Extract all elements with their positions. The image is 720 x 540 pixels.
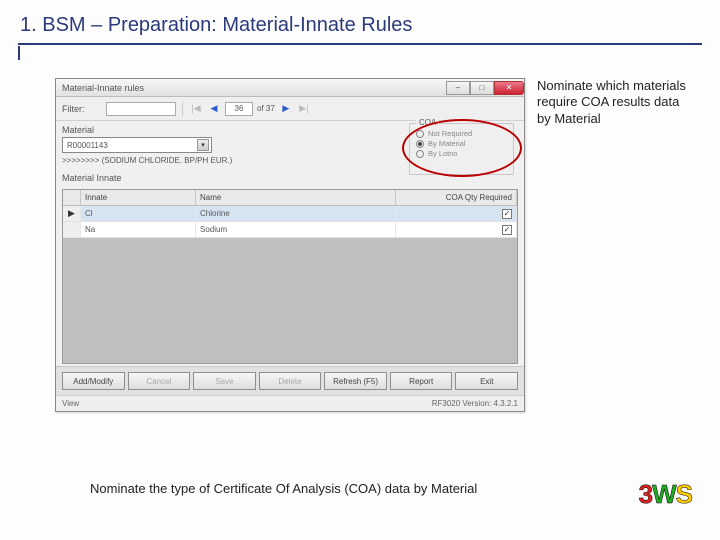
table-row[interactable]: ▶ Cl Chlorine ✓ [63,206,517,222]
col-name[interactable]: Name [196,190,396,205]
body-panel: Material R00001143 ▾ >>>>>>>> (SODIUM CH… [56,121,524,366]
coa-group: COA Not Required By Material By Lotno [409,123,514,175]
delete-button[interactable]: Delete [259,372,322,390]
row-selector-header [63,190,81,205]
logo-3: 3 [639,479,652,509]
exit-button[interactable]: Exit [455,372,518,390]
radio-icon [416,150,424,158]
col-innate[interactable]: Innate [81,190,196,205]
cancel-button[interactable]: Cancel [128,372,191,390]
record-position[interactable]: 36 [225,102,253,116]
row-selector: ▶ [63,206,81,221]
refresh-button[interactable]: Refresh (F5) [324,372,387,390]
minimize-button[interactable]: – [446,81,470,95]
report-button[interactable]: Report [390,372,453,390]
cell-name: Chlorine [196,206,396,221]
logo-w: W [652,479,676,509]
title-rule [18,43,702,45]
grid: Innate Name COA Qty Required ▶ Cl Chlori… [62,189,518,364]
coa-option-by-lotno[interactable]: By Lotno [416,149,507,158]
radio-label: By Lotno [428,149,458,158]
slide-title: 1. BSM – Preparation: Material-Innate Ru… [0,0,720,43]
cell-innate: Cl [81,206,196,221]
checkbox-icon[interactable]: ✓ [502,225,512,235]
grid-empty-area [63,238,517,363]
radio-label: Not Required [428,129,472,138]
nav-prev-icon[interactable]: ◀ [207,102,221,116]
checkbox-icon[interactable]: ✓ [502,209,512,219]
button-bar: Add/Modify Cancel Save Delete Refresh (F… [56,366,524,395]
status-left: View [62,399,79,408]
maximize-button[interactable]: □ [470,81,494,95]
separator [182,101,183,117]
nav-last-icon[interactable]: ▶| [297,102,311,116]
record-of-label: of 37 [257,104,275,113]
cell-coa-qty: ✓ [396,206,517,221]
table-row[interactable]: Na Sodium ✓ [63,222,517,238]
app-window: Material-Innate rules – □ ✕ Filter: |◀ ◀… [55,78,525,412]
status-right: RF3020 Version: 4.3.2.1 [432,399,518,408]
logo-s: S [676,479,692,509]
radio-icon [416,140,424,148]
logo: 3WS [639,479,692,510]
titlebar: Material-Innate rules – □ ✕ [56,79,524,97]
filter-input[interactable] [106,102,176,116]
window-title: Material-Innate rules [62,83,446,93]
material-value: R00001143 [67,141,108,150]
title-tick [18,46,20,60]
callout-text: Nominate which materials require COA res… [537,78,687,127]
cell-coa-qty: ✓ [396,222,517,237]
radio-icon [416,130,424,138]
chevron-down-icon[interactable]: ▾ [197,139,209,151]
coa-legend: COA [416,118,439,127]
filter-label: Filter: [62,104,102,114]
cell-innate: Na [81,222,196,237]
grid-header: Innate Name COA Qty Required [63,190,517,206]
footnote: Nominate the type of Certificate Of Anal… [90,481,477,496]
add-modify-button[interactable]: Add/Modify [62,372,125,390]
row-selector [63,222,81,237]
save-button[interactable]: Save [193,372,256,390]
cell-name: Sodium [196,222,396,237]
col-coa-qty[interactable]: COA Qty Required [396,190,517,205]
toolbar: Filter: |◀ ◀ 36 of 37 ▶ ▶| [56,97,524,121]
coa-option-not-required[interactable]: Not Required [416,129,507,138]
nav-next-icon[interactable]: ▶ [279,102,293,116]
statusbar: View RF3020 Version: 4.3.2.1 [56,395,524,411]
coa-option-by-material[interactable]: By Material [416,139,507,148]
material-combo[interactable]: R00001143 ▾ [62,137,212,153]
close-button[interactable]: ✕ [494,81,524,95]
nav-first-icon[interactable]: |◀ [189,102,203,116]
radio-label: By Material [428,139,466,148]
